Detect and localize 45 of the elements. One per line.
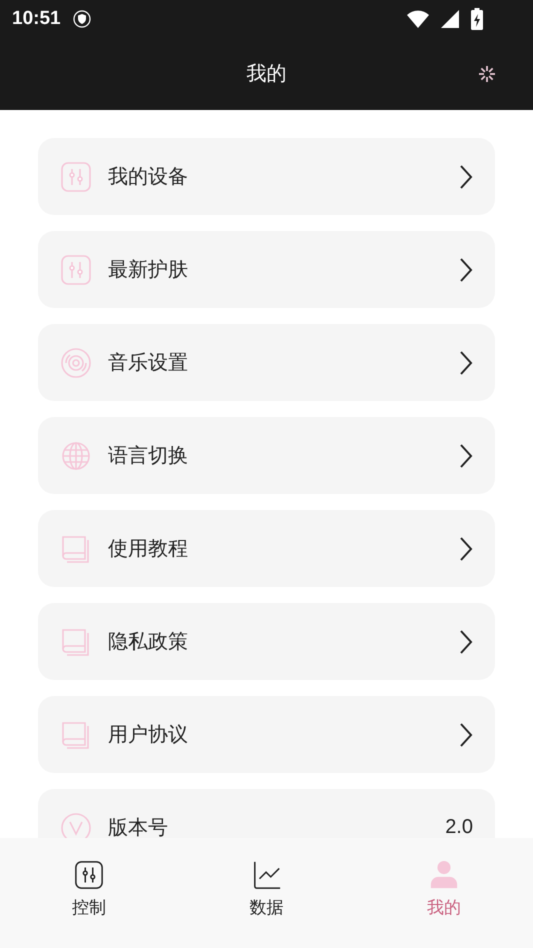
battery-icon <box>471 8 483 30</box>
menu-item[interactable]: 语言切换 <box>38 417 495 494</box>
chevron-icon <box>459 256 473 282</box>
chevron-icon <box>459 536 473 562</box>
menu-label: 使用教程 <box>108 535 189 562</box>
menu-label: 用户协议 <box>108 721 189 748</box>
disc-icon <box>60 346 92 378</box>
chevron-icon <box>459 442 473 468</box>
loading-icon <box>477 64 497 84</box>
sliders-icon <box>60 160 92 192</box>
tab[interactable]: 我的 <box>355 838 533 948</box>
wifi-icon <box>407 10 429 28</box>
menu-label: 版本号 <box>108 814 169 838</box>
chevron-icon <box>459 164 473 190</box>
status-time: 10:51 <box>12 8 61 30</box>
version-value: 2.0 <box>445 816 473 838</box>
menu-item[interactable]: 最新护肤 <box>38 231 495 308</box>
menu-item[interactable]: 我的设备 <box>38 138 495 215</box>
menu-label: 语言切换 <box>108 442 189 469</box>
chart-icon <box>252 860 282 890</box>
person-icon <box>429 860 460 890</box>
menu-label: 最新护肤 <box>108 256 189 283</box>
sliders-icon <box>60 254 92 286</box>
signal-icon <box>441 10 459 28</box>
chevron-icon <box>459 350 473 376</box>
menu-item[interactable]: 隐私政策 <box>38 603 495 680</box>
chevron-icon <box>459 628 473 654</box>
tab-label: 控制 <box>72 897 106 919</box>
menu-label: 我的设备 <box>108 163 189 190</box>
menu-label: 音乐设置 <box>108 349 189 376</box>
page-title: 我的 <box>246 60 286 87</box>
menu-item[interactable]: 音乐设置 <box>38 324 495 401</box>
globe-icon <box>60 440 92 472</box>
shield-icon <box>72 10 91 28</box>
menu-item[interactable]: 用户协议 <box>38 696 495 773</box>
tab[interactable]: 控制 <box>0 838 178 948</box>
menu-label: 隐私政策 <box>108 628 189 655</box>
menu-item[interactable]: 使用教程 <box>38 510 495 587</box>
sliders-icon <box>74 860 104 890</box>
version-icon <box>60 812 92 838</box>
tab-label: 我的 <box>427 897 462 919</box>
tab[interactable]: 数据 <box>178 838 356 948</box>
menu-item[interactable]: 版本号 2.0 <box>38 789 495 838</box>
tab-label: 数据 <box>250 897 284 919</box>
chevron-icon <box>459 722 473 748</box>
